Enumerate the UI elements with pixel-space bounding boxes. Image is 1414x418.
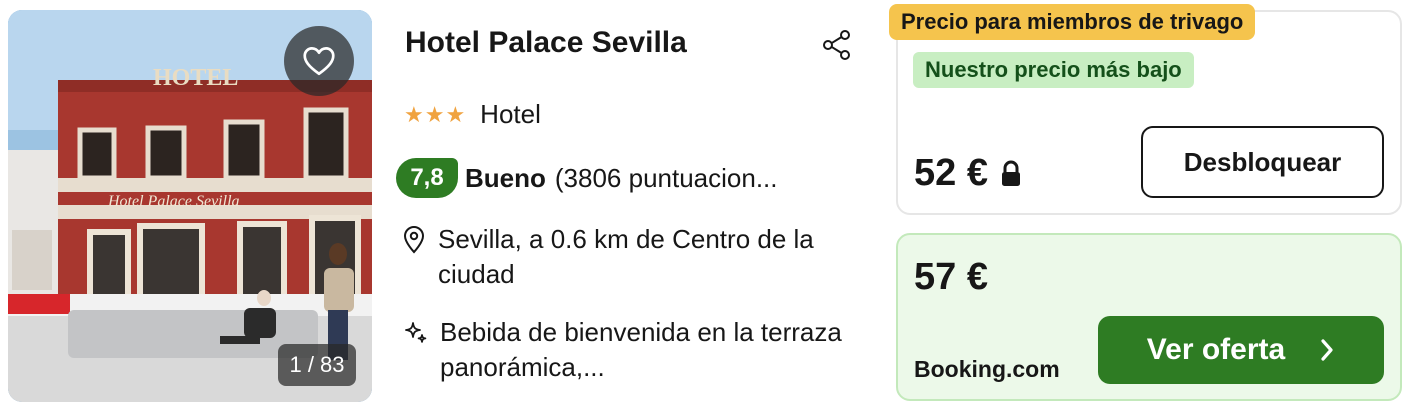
hotel-info: Hotel Palace Sevilla ★★★ Hotel 7,8 Bueno… xyxy=(396,0,866,418)
amenity-info: Bebida de bienvenida en la terraza panor… xyxy=(402,315,862,385)
location-pin-icon xyxy=(403,226,425,254)
rating-score-badge: 7,8 xyxy=(396,158,458,198)
guest-rating[interactable]: 7,8 Bueno (3806 puntuacion... xyxy=(396,158,778,198)
share-icon xyxy=(823,30,850,60)
hotel-photo[interactable]: HOTEL Hotel Palace Sevilla 1 / 83 xyxy=(8,10,372,402)
sparkle-icon xyxy=(405,322,427,343)
chevron-right-icon xyxy=(1321,339,1333,361)
view-deal-button[interactable]: Ver oferta xyxy=(1098,316,1384,384)
roof-sign-text: HOTEL xyxy=(153,65,238,91)
lowest-price-badge: Nuestro precio más bajo xyxy=(913,52,1194,88)
hotel-classification: ★★★ Hotel xyxy=(404,99,541,130)
rating-count: (3806 puntuacion... xyxy=(554,162,778,193)
view-deal-label: Ver oferta xyxy=(1146,333,1286,366)
lock-icon xyxy=(1001,160,1020,186)
hotel-name[interactable]: Hotel Palace Sevilla xyxy=(405,26,687,60)
member-price-value: 52 € xyxy=(914,152,988,194)
amenity-text: Bebida de bienvenida en la terraza panor… xyxy=(440,317,842,382)
unlock-button[interactable]: Desbloquear xyxy=(1141,126,1384,198)
favorite-button[interactable] xyxy=(284,26,354,96)
provider-name: Booking.com xyxy=(914,356,1060,382)
photo-counter: 1 / 83 xyxy=(278,344,356,386)
member-price: 52 € xyxy=(914,152,1022,195)
rating-label: Bueno xyxy=(465,162,546,193)
booking-price: 57 € xyxy=(914,256,988,298)
facade-sign-text: Hotel Palace Sevilla xyxy=(107,193,240,210)
location-text: Sevilla, a 0.6 km de Centro de la ciudad xyxy=(438,224,814,289)
heart-icon xyxy=(303,47,335,76)
star-rating-icons: ★★★ xyxy=(404,101,467,127)
location-info: Sevilla, a 0.6 km de Centro de la ciudad xyxy=(402,222,862,292)
accommodation-type: Hotel xyxy=(480,99,541,129)
member-price-tag: Precio para miembros de trivago xyxy=(889,4,1256,40)
share-button[interactable] xyxy=(820,28,854,62)
